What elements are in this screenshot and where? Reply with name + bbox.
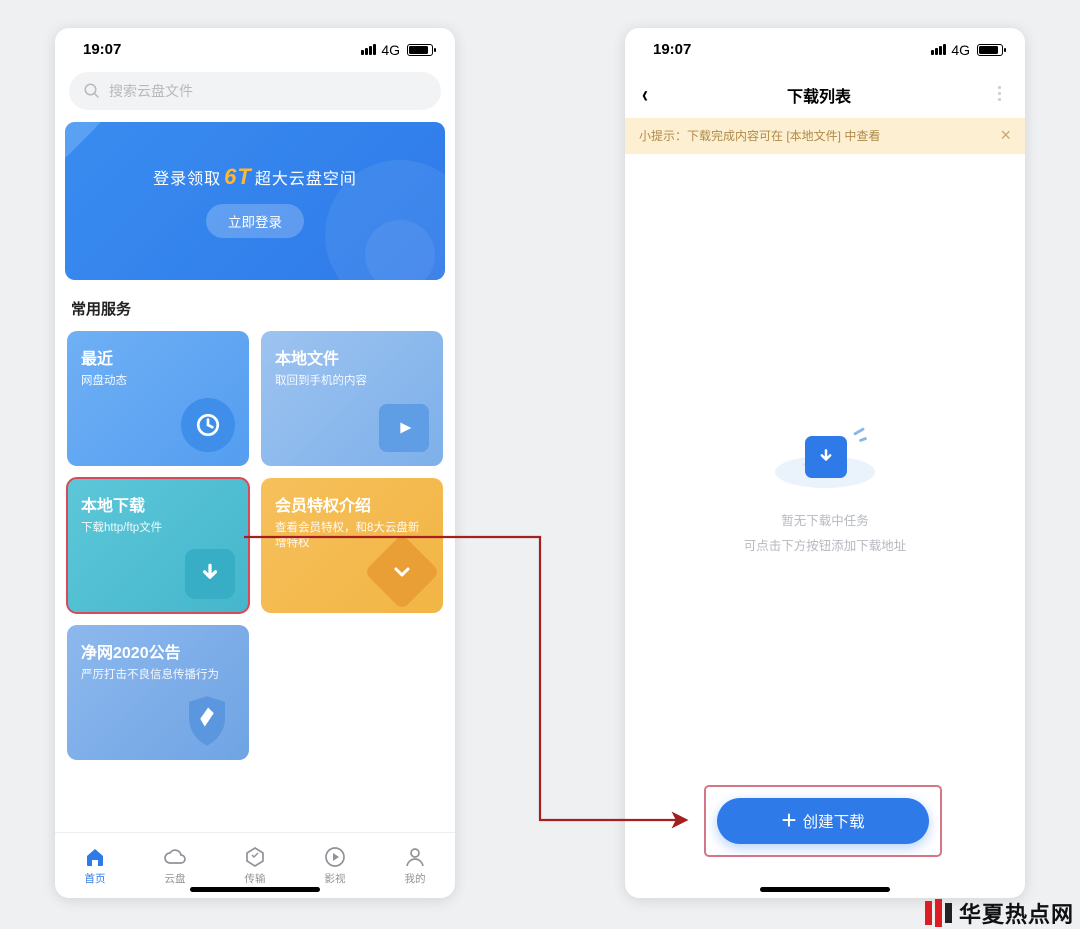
empty-icon [775, 408, 875, 488]
signal-text: 4G [951, 42, 970, 58]
card-notice[interactable]: 净网2020公告 严厉打击不良信息传播行为 [67, 625, 249, 760]
page-title: 下载列表 [787, 83, 851, 107]
download-icon [185, 549, 235, 599]
status-bar: 19:07 4G [55, 28, 455, 72]
search-input[interactable]: 搜索云盘文件 [69, 72, 441, 110]
search-icon [83, 82, 101, 100]
tip-text: 小提示：下载完成内容可在 [本地文件] 中查看 [639, 127, 880, 144]
watermark: 华夏热点网 [925, 897, 1074, 929]
download-list-screen: 19:07 4G ‹ 下载列表 ⋯ 小提示：下载完成内容可在 [本地文件] 中查… [625, 28, 1025, 898]
status-time: 19:07 [83, 41, 121, 58]
home-indicator[interactable] [760, 887, 890, 892]
home-indicator[interactable] [190, 887, 320, 892]
search-placeholder: 搜索云盘文件 [109, 81, 193, 101]
status-indicators: 4G [361, 42, 433, 58]
cloud-icon [163, 845, 187, 869]
signal-text: 4G [381, 42, 400, 58]
banner-title: 登录领取 6T 超大云盘空间 [153, 164, 357, 190]
card-recent[interactable]: 最近 网盘动态 [67, 331, 249, 466]
back-button[interactable]: ‹ [642, 83, 648, 107]
signal-icon [361, 42, 377, 58]
card-local-download[interactable]: 本地下载 下载http/ftp文件 [67, 478, 249, 613]
login-button[interactable]: 立即登录 [206, 204, 304, 238]
tab-mine[interactable]: 我的 [375, 833, 455, 898]
battery-icon [407, 44, 433, 56]
empty-text-1: 暂无下载中任务 [781, 510, 869, 529]
transfer-icon [243, 845, 267, 869]
status-indicators: 4G [931, 42, 1003, 58]
play-folder-icon [379, 404, 429, 452]
service-grid: 最近 网盘动态 本地文件 取回到手机的内容 本地下载 下载http/ftp文件 … [67, 331, 443, 760]
login-banner[interactable]: 登录领取 6T 超大云盘空间 立即登录 [65, 122, 445, 280]
nav-bar: ‹ 下载列表 ⋯ [625, 72, 1025, 118]
battery-icon [977, 44, 1003, 56]
section-title: 常用服务 [71, 298, 439, 319]
status-time: 19:07 [653, 41, 691, 58]
status-bar: 19:07 4G [625, 28, 1025, 72]
clock-icon [181, 398, 235, 452]
media-icon [323, 845, 347, 869]
empty-text-2: 可点击下方按钮添加下载地址 [744, 535, 907, 554]
signal-icon [931, 42, 947, 58]
card-local-files[interactable]: 本地文件 取回到手机的内容 [261, 331, 443, 466]
card-vip[interactable]: 会员特权介绍 查看会员特权，和8大云盘新增特权 [261, 478, 443, 613]
create-download-highlight: + 创建下载 [705, 786, 941, 856]
tip-banner: 小提示：下载完成内容可在 [本地文件] 中查看 × [625, 118, 1025, 154]
more-button[interactable]: ⋯ [988, 85, 1009, 105]
close-icon[interactable]: × [1000, 125, 1011, 146]
watermark-logo [925, 899, 953, 927]
home-icon [83, 845, 107, 869]
create-download-button[interactable]: + 创建下载 [717, 798, 929, 844]
user-icon [403, 845, 427, 869]
shield-icon [183, 694, 231, 748]
home-screen: 19:07 4G 搜索云盘文件 登录领取 6T 超大云盘空间 立即登录 常用服务 [55, 28, 455, 898]
tab-home[interactable]: 首页 [55, 833, 135, 898]
watermark-text: 华夏热点网 [959, 897, 1074, 929]
